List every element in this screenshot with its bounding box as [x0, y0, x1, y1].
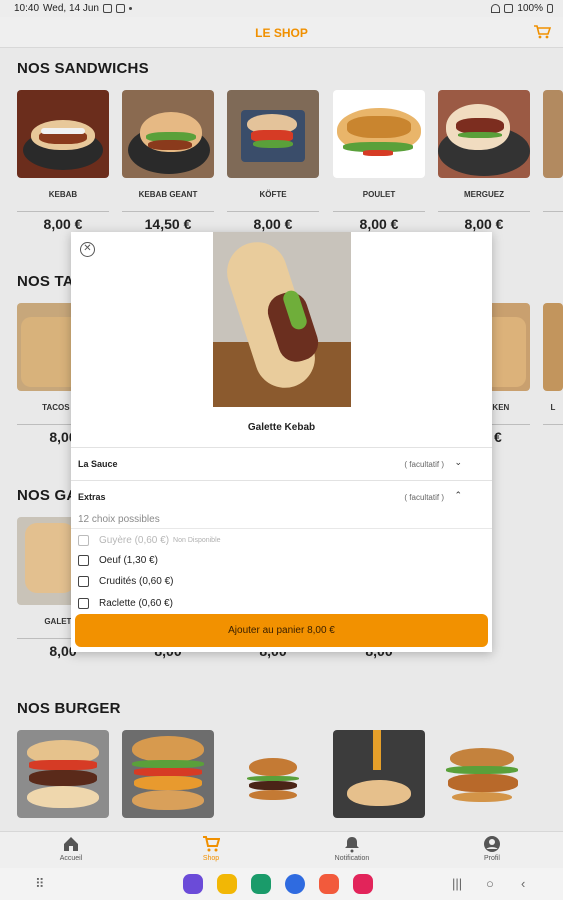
product-price: 14,50 €: [144, 216, 192, 232]
bell-icon: [345, 837, 359, 853]
extra-option-crudites[interactable]: Crudités (0,60 €): [78, 576, 173, 587]
extras-list: Guyère (0,60 €) Non Disponible Oeuf (1,3…: [71, 528, 492, 612]
product-image: [543, 90, 563, 178]
app-shortcut-icon[interactable]: [217, 874, 237, 894]
product-card[interactable]: [227, 730, 319, 818]
product-image: [122, 90, 214, 178]
product-image: [438, 730, 530, 818]
sauce-optional-tag: ( facultatif ): [404, 460, 444, 469]
product-image: [333, 90, 425, 178]
product-name: L: [550, 403, 556, 412]
product-card[interactable]: KEBAB 8,00 €: [17, 90, 109, 232]
product-card[interactable]: KÖFTE 8,00 €: [227, 90, 319, 232]
more-notifications-icon: [129, 7, 132, 10]
app-title: LE SHOP: [255, 26, 308, 40]
extras-optional-tag: ( facultatif ): [404, 493, 444, 502]
extras-label: Extras: [78, 492, 106, 502]
status-bar: 10:40 Wed, 14 Jun 100%: [0, 0, 563, 17]
product-card[interactable]: POULET 8,00 €: [333, 90, 425, 232]
product-card[interactable]: L: [543, 303, 563, 425]
checkbox[interactable]: [78, 576, 89, 587]
product-image: [543, 303, 563, 391]
product-card[interactable]: [17, 730, 109, 818]
product-image: [333, 730, 425, 818]
signal-icon: [504, 4, 514, 13]
battery-level: 100%: [517, 3, 543, 14]
messages-icon[interactable]: [285, 874, 305, 894]
app-bar: LE SHOP: [0, 17, 563, 48]
status-time: 10:40: [14, 3, 40, 14]
home-icon: [64, 837, 78, 851]
product-name: POULET: [362, 190, 396, 199]
extra-option-oeuf[interactable]: Oeuf (1,30 €): [78, 555, 158, 566]
extra-option-gruyere: Guyère (0,60 €) Non Disponible: [78, 535, 221, 546]
product-name: KÖFTE: [259, 190, 287, 199]
product-price: 8,00 €: [43, 216, 83, 232]
gallery-notification-icon: [103, 4, 112, 13]
battery-icon: [547, 4, 553, 13]
extra-option-raclette[interactable]: Raclette (0,60 €): [78, 597, 173, 609]
sauce-accordion[interactable]: La Sauce ( facultatif ) ⌄: [71, 447, 492, 480]
product-card[interactable]: [122, 730, 214, 818]
checkbox: [78, 535, 89, 546]
extras-hint: 12 choix possibles: [78, 514, 160, 525]
checkbox[interactable]: [78, 597, 89, 609]
product-image: [227, 730, 319, 818]
product-card[interactable]: [543, 90, 563, 212]
chevron-up-icon[interactable]: ⌃: [454, 490, 462, 501]
notification-icon: [116, 4, 125, 13]
product-card[interactable]: [333, 730, 425, 818]
nav-notification[interactable]: Notification: [312, 835, 392, 862]
app-shortcut-icon[interactable]: [183, 874, 203, 894]
sauce-label: La Sauce: [78, 459, 118, 469]
section-title-sandwichs: NOS SANDWICHS: [17, 60, 149, 77]
app-shortcut-icon[interactable]: [353, 874, 373, 894]
product-price: 8,00 €: [359, 216, 399, 232]
contacts-icon[interactable]: [319, 874, 339, 894]
product-hero-image: [213, 232, 351, 407]
product-image: [17, 90, 109, 178]
home-button-icon[interactable]: ○: [486, 876, 494, 891]
product-image: [17, 730, 109, 818]
product-image: [227, 90, 319, 178]
profile-icon: [484, 836, 500, 852]
product-card[interactable]: [438, 730, 530, 818]
cart-icon: [203, 836, 220, 852]
wifi-icon: [491, 4, 501, 13]
section-title-tacos: NOS TA: [17, 273, 74, 290]
product-name: KEBAB GEANT: [138, 190, 198, 199]
checkbox[interactable]: [78, 555, 89, 566]
bottom-navigation: Accueil Shop Notification Profil: [0, 831, 563, 868]
app-drawer-icon[interactable]: ⠿: [35, 876, 45, 892]
nav-shop[interactable]: Shop: [171, 835, 251, 862]
app-shortcut-icon[interactable]: [251, 874, 271, 894]
product-card[interactable]: MERGUEZ 8,00 €: [438, 90, 530, 232]
chevron-down-icon[interactable]: ⌄: [454, 457, 462, 468]
product-name: KEBAB: [48, 190, 78, 199]
product-image: [122, 730, 214, 818]
nav-profile[interactable]: Profil: [452, 835, 532, 862]
section-title-galettes: NOS GA: [17, 487, 78, 504]
product-options-dialog: ✕ Galette Kebab La Sauce ( facultatif ) …: [71, 232, 492, 652]
product-price: 8,00 €: [253, 216, 293, 232]
recent-apps-icon[interactable]: |||: [452, 876, 462, 891]
system-navigation-bar: ⠿ ||| ○ ‹: [0, 868, 563, 900]
nav-home[interactable]: Accueil: [31, 835, 111, 862]
cart-icon[interactable]: [533, 24, 551, 40]
product-price: 8,00 €: [464, 216, 504, 232]
extras-accordion[interactable]: Extras ( facultatif ) ⌃ 12 choix possibl…: [71, 480, 492, 528]
product-name: Galette Kebab: [247, 422, 316, 433]
status-date: Wed, 14 Jun: [43, 3, 99, 14]
back-icon[interactable]: ‹: [521, 876, 525, 891]
product-card[interactable]: KEBAB GEANT 14,50 €: [122, 90, 214, 232]
close-icon[interactable]: ✕: [80, 242, 95, 257]
add-to-cart-button[interactable]: Ajouter au panier 8,00 €: [75, 614, 488, 647]
section-title-burger: NOS BURGER: [17, 700, 121, 717]
product-image: [438, 90, 530, 178]
product-name: MERGUEZ: [464, 190, 504, 199]
